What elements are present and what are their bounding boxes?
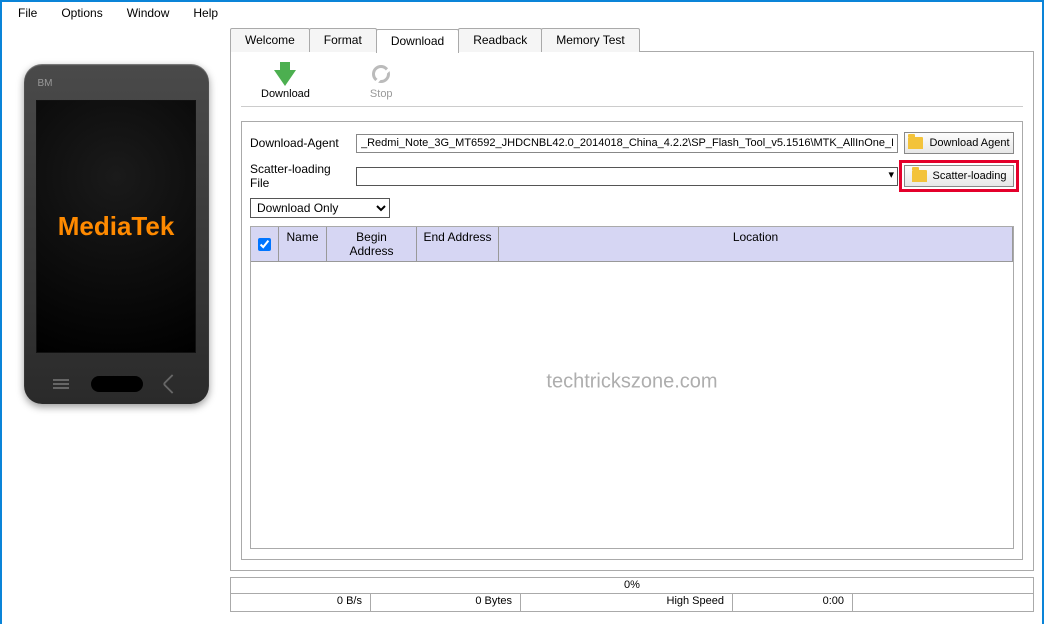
table-body: techtrickszone.com (251, 262, 1013, 548)
download-agent-button-label: Download Agent (929, 137, 1009, 149)
partition-table: Name Begin Address End Address Location … (250, 226, 1014, 549)
select-all-checkbox[interactable] (258, 238, 271, 251)
scatter-loading-highlight: Scatter-loading (899, 160, 1019, 192)
download-mode-select[interactable]: Download Only (250, 198, 390, 218)
scatter-label: Scatter-loading File (250, 162, 350, 190)
table-header: Name Begin Address End Address Location (251, 227, 1013, 262)
scatter-loading-button[interactable]: Scatter-loading (904, 165, 1014, 187)
device-preview-panel: BM MediaTek (2, 24, 230, 624)
tab-bar: Welcome Format Download Readback Memory … (230, 28, 1034, 52)
toolbar: Download Stop (241, 58, 1023, 107)
stop-button: Stop (370, 62, 393, 100)
download-tab-body: Download Stop Download-Agent Download Ag… (230, 51, 1034, 571)
tab-welcome[interactable]: Welcome (230, 28, 310, 52)
col-begin-address[interactable]: Begin Address (327, 227, 417, 261)
watermark-text: techtrickszone.com (546, 371, 717, 394)
menu-help[interactable]: Help (181, 4, 230, 22)
status-spare (853, 594, 1033, 611)
col-location[interactable]: Location (499, 227, 1013, 261)
menu-bar: File Options Window Help (2, 2, 1042, 24)
download-form: Download-Agent Download Agent Scatter-lo… (241, 121, 1023, 560)
menu-file[interactable]: File (6, 4, 49, 22)
status-speed: 0 B/s (231, 594, 371, 611)
phone-back-icon (162, 374, 182, 394)
stop-button-label: Stop (370, 88, 393, 100)
status-mode: High Speed (521, 594, 733, 611)
status-bytes: 0 Bytes (371, 594, 521, 611)
col-end-address[interactable]: End Address (417, 227, 499, 261)
tab-format[interactable]: Format (309, 28, 377, 52)
da-label: Download-Agent (250, 136, 350, 150)
status-time: 0:00 (733, 594, 853, 611)
stop-icon (372, 65, 390, 83)
menu-window[interactable]: Window (115, 4, 182, 22)
mode-row: Download Only (250, 198, 1014, 218)
da-path-input[interactable] (356, 134, 898, 153)
tab-download[interactable]: Download (376, 29, 459, 53)
brand-label: MediaTek (58, 211, 175, 242)
phone-screen: MediaTek (36, 100, 196, 353)
phone-mockup: BM MediaTek (24, 64, 209, 404)
download-agent-button[interactable]: Download Agent (904, 132, 1014, 154)
tab-memory-test[interactable]: Memory Test (541, 28, 639, 52)
phone-home-button (91, 376, 143, 392)
phone-bm-label: BM (38, 78, 53, 89)
download-agent-row: Download-Agent Download Agent (250, 132, 1014, 154)
status-bar: 0 B/s 0 Bytes High Speed 0:00 (230, 594, 1034, 612)
download-arrow-icon (274, 70, 296, 86)
col-name[interactable]: Name (279, 227, 327, 261)
phone-menu-icon (53, 379, 69, 389)
folder-icon (912, 170, 927, 182)
scatter-loading-row: Scatter-loading File Scatter-loading (250, 162, 1014, 190)
scatter-loading-button-label: Scatter-loading (933, 170, 1007, 182)
menu-options[interactable]: Options (49, 4, 114, 22)
folder-icon (908, 137, 923, 149)
download-button[interactable]: Download (261, 62, 310, 100)
tab-readback[interactable]: Readback (458, 28, 542, 52)
download-button-label: Download (261, 88, 310, 100)
progress-bar: 0% (230, 577, 1034, 594)
scatter-file-select[interactable] (356, 167, 898, 186)
footer: 0% 0 B/s 0 Bytes High Speed 0:00 (230, 577, 1034, 612)
